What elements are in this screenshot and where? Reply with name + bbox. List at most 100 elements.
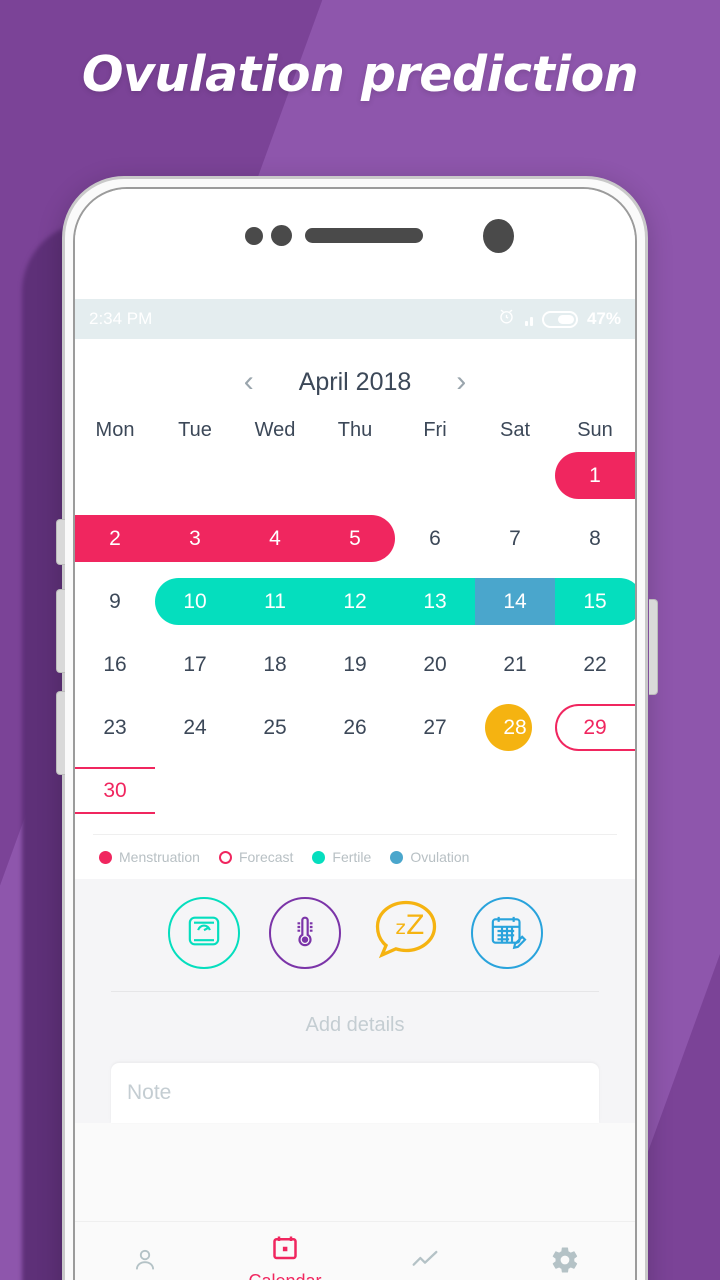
- calendar-week-2: 2 3 4 5 6 7 8: [75, 507, 635, 570]
- day-cell-19[interactable]: 19: [315, 633, 395, 696]
- day-cell-29[interactable]: 29: [555, 696, 635, 759]
- day-cell-28[interactable]: 28: [475, 696, 555, 759]
- day-cell-10[interactable]: 10: [155, 570, 235, 633]
- weekday-sun: Sun: [577, 419, 613, 441]
- day-cell: [315, 444, 395, 507]
- day-cell-7[interactable]: 7: [475, 507, 555, 570]
- add-details-label[interactable]: Add details: [111, 991, 599, 1037]
- day-cell-15[interactable]: 15: [555, 570, 635, 633]
- weight-scale-icon: [184, 911, 224, 956]
- quick-log-icons: z Z: [75, 897, 635, 969]
- bottom-navigation: Calendar: [75, 1221, 635, 1280]
- day-cell-25[interactable]: 25: [235, 696, 315, 759]
- sleep-icon: z Z: [370, 895, 442, 972]
- calendar-card: ‹ April 2018 › Mon Tue Wed Thu Fri Sat S…: [75, 339, 635, 879]
- weekday-sat: Sat: [499, 419, 531, 441]
- day-cell-30[interactable]: 30: [75, 759, 155, 822]
- app-screen: 2:34 PM 47% ‹ April 2018 › Mon Tue Wed T…: [75, 299, 635, 1280]
- legend-label: Ovulation: [410, 849, 470, 865]
- day-cell-14[interactable]: 14: [475, 570, 555, 633]
- legend-label: Menstruation: [119, 849, 200, 865]
- sleep-button[interactable]: z Z: [369, 895, 442, 972]
- day-cell-17[interactable]: 17: [155, 633, 235, 696]
- day-cell-1[interactable]: 1: [555, 444, 635, 507]
- legend-forecast: Forecast: [218, 849, 294, 865]
- calendar-grid: 1 2 3 4 5 6 7 8 9 10 11 12 13 14 15 16 1…: [75, 444, 635, 828]
- day-cell: [235, 444, 315, 507]
- day-cell-11[interactable]: 11: [235, 570, 315, 633]
- legend-fertile: Fertile: [312, 849, 371, 865]
- legend-dot-forecast-icon: [218, 850, 232, 864]
- day-cell: [555, 759, 635, 822]
- details-pane: z Z Add details Note: [75, 879, 635, 1123]
- legend-ovulation: Ovulation: [390, 849, 469, 865]
- legend-label: Forecast: [238, 849, 294, 865]
- weekday-header: Mon Tue Wed Thu Fri Sat Sun: [75, 411, 635, 444]
- day-cell-20[interactable]: 20: [395, 633, 475, 696]
- calendar-week-1: 1: [75, 444, 635, 507]
- day-cell: [315, 759, 395, 822]
- month-navigation: ‹ April 2018 ›: [75, 353, 635, 411]
- calendar-icon: [270, 1233, 300, 1268]
- legend-dot-menstruation-icon: [99, 850, 112, 864]
- day-cell-2[interactable]: 2: [75, 507, 155, 570]
- note-section: Note: [75, 1037, 635, 1123]
- promo-headline: Ovulation prediction: [81, 46, 639, 103]
- calendar-week-4: 16 17 18 19 20 21 22: [75, 633, 635, 696]
- day-cell-23[interactable]: 23: [75, 696, 155, 759]
- day-cell-18[interactable]: 18: [235, 633, 315, 696]
- weekday-tue: Tue: [178, 419, 212, 441]
- day-cell-21[interactable]: 21: [475, 633, 555, 696]
- day-cell-3[interactable]: 3: [155, 507, 235, 570]
- day-cell-4[interactable]: 4: [235, 507, 315, 570]
- nav-calendar[interactable]: Calendar: [215, 1233, 355, 1280]
- day-cell: [475, 444, 555, 507]
- nav-calendar-label: Calendar: [248, 1271, 321, 1280]
- day-cell: [155, 759, 235, 822]
- promo-screenshot: Ovulation prediction 2:34 PM 47% ‹ April…: [0, 0, 720, 1280]
- day-cell-12[interactable]: 12: [315, 570, 395, 633]
- prev-month-button[interactable]: ‹: [237, 367, 261, 397]
- day-cell: [395, 444, 475, 507]
- battery-percent: 47%: [586, 309, 621, 328]
- day-cell-5[interactable]: 5: [315, 507, 395, 570]
- proximity-sensor-icon: [245, 227, 263, 245]
- temperature-button[interactable]: [268, 897, 341, 969]
- day-cell: [475, 759, 555, 822]
- light-sensor-icon: [271, 225, 292, 246]
- weekday-mon: Mon: [95, 419, 135, 441]
- day-cell-8[interactable]: 8: [555, 507, 635, 570]
- status-bar: 2:34 PM 47%: [75, 299, 635, 339]
- phone-volume-down-button: [56, 691, 65, 775]
- nav-charts[interactable]: [355, 1244, 495, 1280]
- day-cell-27[interactable]: 27: [395, 696, 475, 759]
- calendar-week-6: 30: [75, 759, 635, 822]
- next-month-button[interactable]: ›: [449, 367, 473, 397]
- note-input[interactable]: Note: [111, 1063, 599, 1123]
- day-cell-22[interactable]: 22: [555, 633, 635, 696]
- gear-icon: [550, 1245, 580, 1280]
- day-cell-24[interactable]: 24: [155, 696, 235, 759]
- calendar-legend: Menstruation Forecast Fertile Ovulation: [93, 834, 617, 879]
- calendar-note-button[interactable]: [470, 897, 543, 969]
- battery-icon: [541, 310, 578, 328]
- phone-top-bezel: [75, 189, 635, 299]
- thermometer-icon: [285, 911, 325, 956]
- trend-line-icon: [409, 1244, 441, 1280]
- day-cell-16[interactable]: 16: [75, 633, 155, 696]
- nav-settings[interactable]: [495, 1245, 635, 1280]
- alarm-icon: [497, 307, 516, 331]
- calendar-edit-icon: [487, 911, 527, 956]
- weekday-fri: Fri: [423, 419, 447, 441]
- day-cell-26[interactable]: 26: [315, 696, 395, 759]
- weight-scale-button[interactable]: [167, 897, 240, 969]
- day-cell-9[interactable]: 9: [75, 570, 155, 633]
- calendar-week-3: 9 10 11 12 13 14 15: [75, 570, 635, 633]
- day-cell-6[interactable]: 6: [395, 507, 475, 570]
- legend-label: Fertile: [332, 849, 372, 865]
- legend-dot-ovulation-icon: [390, 850, 404, 864]
- svg-text:z: z: [395, 916, 405, 939]
- phone-frame: 2:34 PM 47% ‹ April 2018 › Mon Tue Wed T…: [56, 176, 658, 1280]
- nav-profile[interactable]: [75, 1245, 215, 1280]
- day-cell-13[interactable]: 13: [395, 570, 475, 633]
